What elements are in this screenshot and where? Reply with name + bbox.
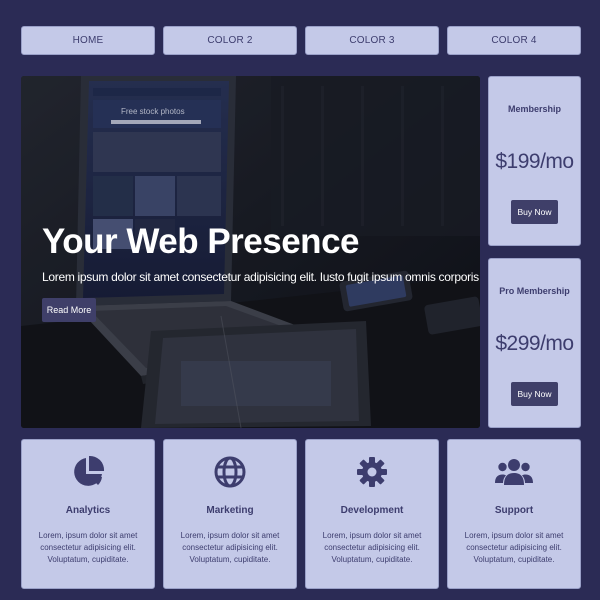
read-more-button[interactable]: Read More xyxy=(42,298,96,322)
membership-buy-button[interactable]: Buy Now xyxy=(511,200,558,224)
globe-icon xyxy=(211,453,249,491)
cog-icon xyxy=(353,453,391,491)
feature-marketing: Marketing Lorem, ipsum dolor sit amet co… xyxy=(163,439,297,589)
hero-content: Your Web Presence Lorem ipsum dolor sit … xyxy=(42,221,480,322)
feature-text: Lorem, ipsum dolor sit amet consectetur … xyxy=(322,531,422,564)
features-row: Analytics Lorem, ipsum dolor sit amet co… xyxy=(21,439,581,589)
nav-home-button[interactable]: HOME xyxy=(21,26,155,55)
nav-color3-button[interactable]: COLOR 3 xyxy=(305,26,439,55)
pro-membership-price: $299/mo xyxy=(495,332,574,355)
pro-membership-title: Pro Membership xyxy=(499,286,570,296)
users-icon xyxy=(495,453,533,491)
hero-title: Your Web Presence xyxy=(42,222,360,261)
membership-price: $199/mo xyxy=(495,150,574,173)
feature-text: Lorem, ipsum dolor sit amet consectetur … xyxy=(38,531,138,564)
pro-membership-card: Pro Membership $299/mo Buy Now xyxy=(488,258,581,428)
nav-color4-button[interactable]: COLOR 4 xyxy=(447,26,581,55)
feature-title: Support xyxy=(494,505,534,516)
feature-text: Lorem, ipsum dolor sit amet consectetur … xyxy=(464,531,564,564)
feature-support: Support Lorem, ipsum dolor sit amet cons… xyxy=(447,439,581,589)
membership-card: Membership $199/mo Buy Now xyxy=(488,76,581,246)
feature-title: Development xyxy=(340,505,404,516)
membership-title: Membership xyxy=(507,104,561,114)
hero-banner: Free stock photos Your Web Presence Lore… xyxy=(21,76,480,428)
feature-text: Lorem, ipsum dolor sit amet consectetur … xyxy=(180,531,280,564)
pro-membership-buy-button[interactable]: Buy Now xyxy=(511,382,558,406)
feature-title: Analytics xyxy=(65,505,111,516)
top-nav: HOME COLOR 2 COLOR 3 COLOR 4 xyxy=(21,26,581,55)
hero-text: Lorem ipsum dolor sit amet consectetur a… xyxy=(42,270,480,284)
feature-title: Marketing xyxy=(206,505,254,516)
feature-development: Development Lorem, ipsum dolor sit amet … xyxy=(305,439,439,589)
feature-analytics: Analytics Lorem, ipsum dolor sit amet co… xyxy=(21,439,155,589)
pie-chart-icon xyxy=(69,453,107,491)
nav-color2-button[interactable]: COLOR 2 xyxy=(163,26,297,55)
